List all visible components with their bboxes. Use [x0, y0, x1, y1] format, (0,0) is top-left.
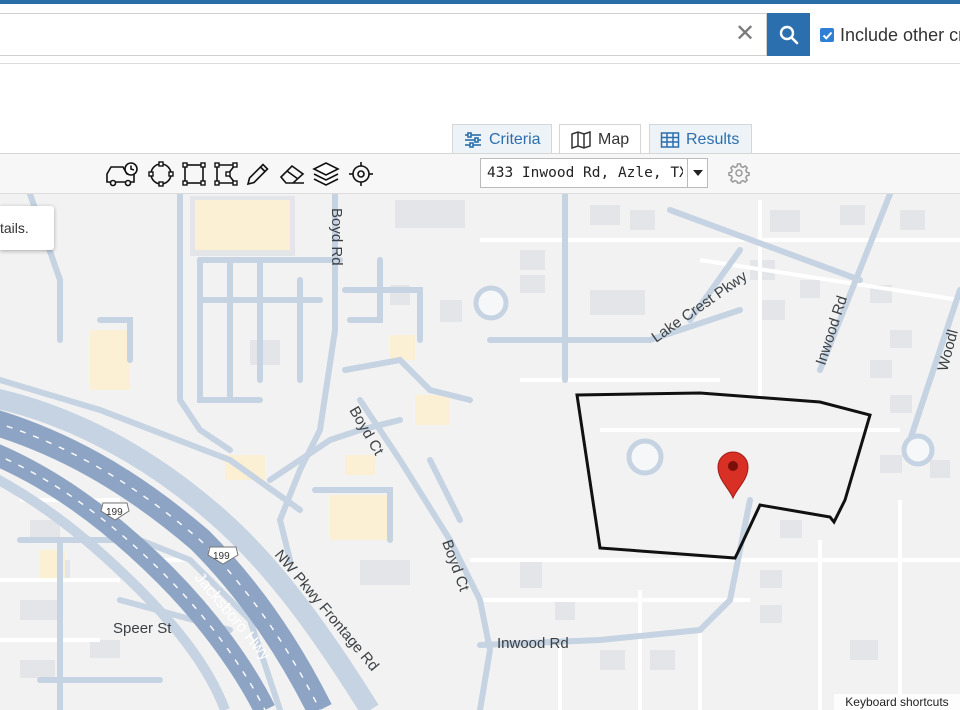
chevron-down-icon[interactable] — [687, 159, 707, 187]
location-pin-icon — [717, 451, 749, 500]
table-icon — [660, 131, 680, 148]
freehand-draw-tool[interactable] — [243, 159, 273, 189]
street-label-lake-crest: Lake Crest Pkwy — [649, 268, 751, 347]
circle-draw-tool[interactable] — [146, 159, 176, 189]
map-tooltip-text: tails. — [0, 220, 29, 236]
eraser-icon — [279, 164, 305, 184]
tab-criteria-label: Criteria — [489, 130, 541, 148]
street-label-boyd-ct-2: Boyd Ct — [438, 538, 473, 595]
layers-tool[interactable] — [311, 159, 341, 189]
map-canvas[interactable]: Boyd Rd Boyd Ct Boyd Ct Lake Crest Pkwy … — [0, 194, 960, 710]
include-other-label: Include other cr — [840, 24, 960, 45]
map-tooltip: tails. — [0, 206, 54, 250]
top-accent-bar — [0, 0, 960, 4]
sliders-icon — [465, 131, 481, 148]
tab-map-label: Map — [598, 131, 630, 148]
eraser-tool[interactable] — [277, 159, 307, 189]
street-label-boyd-rd: Boyd Rd — [328, 208, 345, 266]
commute-time-icon — [106, 162, 138, 187]
rectangle-icon — [182, 162, 206, 186]
search-row: ✕ Include other cr — [0, 13, 960, 56]
street-label-inwood-rd-h: Inwood Rd — [497, 635, 569, 652]
target-icon — [349, 162, 373, 186]
layers-icon — [312, 162, 340, 186]
settings-button[interactable] — [726, 160, 752, 186]
search-input[interactable] — [0, 13, 767, 56]
keyboard-shortcuts-link[interactable]: Keyboard shortcuts — [834, 694, 960, 710]
clear-search-icon[interactable]: ✕ — [735, 22, 755, 46]
hwy-199-label-b: 199 — [213, 551, 230, 562]
street-label-speer: Speer St — [113, 620, 172, 637]
include-other-checkbox-wrap[interactable]: Include other cr — [820, 23, 960, 47]
address-select-value: 433 Inwood Rd, Azle, TX 7 — [487, 165, 683, 181]
polygon-draw-tool[interactable] — [211, 159, 241, 189]
map-toolbar: 433 Inwood Rd, Azle, TX 7 — [0, 153, 960, 194]
address-select[interactable]: 433 Inwood Rd, Azle, TX 7 — [480, 158, 708, 188]
commute-time-tool[interactable] — [104, 159, 140, 189]
hwy-199-label-a: 199 — [106, 507, 123, 518]
map-icon — [571, 131, 591, 149]
gear-icon — [728, 163, 750, 184]
map-base-layer: Boyd Rd Boyd Ct Boyd Ct Lake Crest Pkwy … — [0, 194, 960, 710]
polygon-circle-icon — [148, 161, 174, 187]
locate-tool[interactable] — [346, 159, 376, 189]
rectangle-draw-tool[interactable] — [179, 159, 209, 189]
polygon-icon — [214, 162, 238, 186]
search-button[interactable] — [767, 13, 810, 56]
pencil-icon — [246, 163, 269, 186]
search-icon — [779, 25, 798, 44]
tab-results-label: Results — [686, 130, 740, 148]
divider — [0, 63, 960, 64]
tab-results[interactable]: Results — [649, 124, 752, 154]
checkmark-icon — [822, 31, 832, 40]
street-label-inwood-rd-v: Inwood Rd — [813, 294, 851, 367]
include-other-checkbox[interactable] — [820, 28, 834, 42]
tab-criteria[interactable]: Criteria — [452, 124, 552, 154]
tab-map[interactable]: Map — [559, 124, 641, 155]
